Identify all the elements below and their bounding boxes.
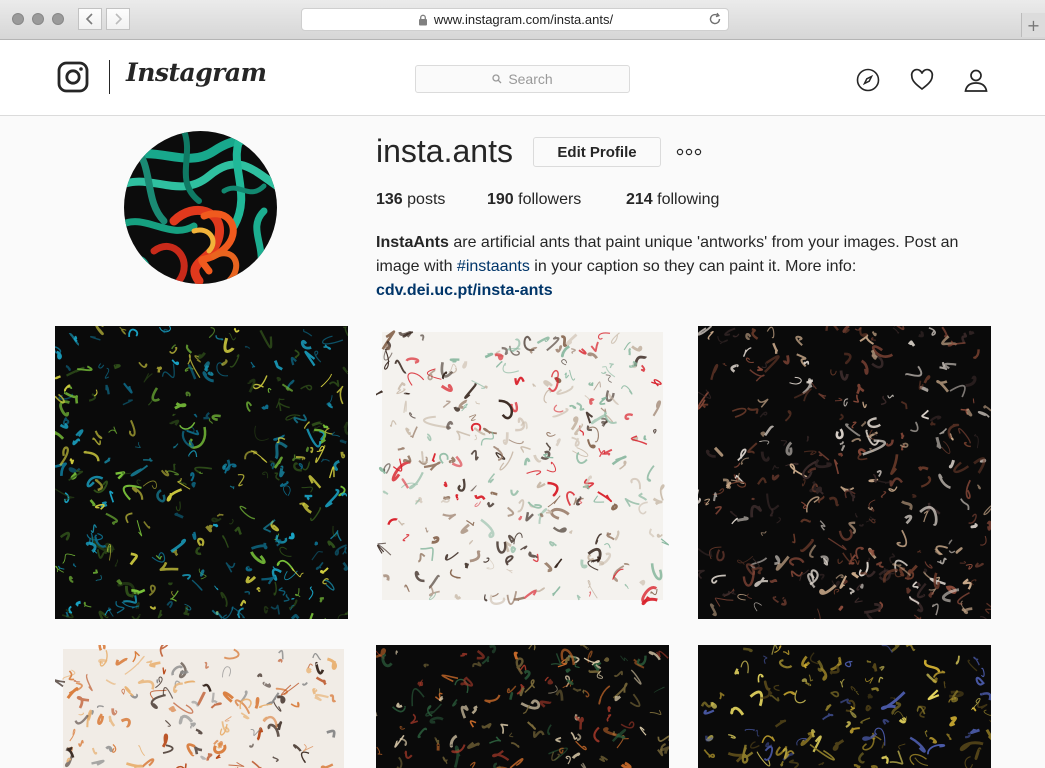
profile-avatar[interactable] bbox=[124, 131, 277, 284]
logo-divider bbox=[109, 60, 110, 94]
following-count: 214 bbox=[626, 191, 653, 208]
reload-icon[interactable] bbox=[708, 12, 722, 26]
followers-count: 190 bbox=[487, 191, 514, 208]
bio-name: InstaAnts bbox=[376, 234, 449, 251]
chevron-left-icon bbox=[85, 13, 93, 25]
post-thumbnail[interactable] bbox=[698, 326, 991, 619]
post-thumbnail[interactable] bbox=[55, 326, 348, 619]
avatar-artwork bbox=[124, 131, 277, 284]
bio-website-link[interactable]: cdv.dei.uc.pt/insta-ants bbox=[376, 282, 553, 299]
post-6-artwork bbox=[698, 645, 991, 768]
browser-window: www.instagram.com/insta.ants/ + Instagra… bbox=[0, 0, 1045, 768]
following-label: following bbox=[657, 191, 720, 208]
post-5-artwork bbox=[376, 645, 669, 768]
posts-count: 136 bbox=[376, 191, 403, 208]
forward-button[interactable] bbox=[106, 8, 130, 30]
profile-icon[interactable] bbox=[964, 68, 988, 92]
post-3-artwork bbox=[698, 326, 991, 619]
explore-icon[interactable] bbox=[856, 68, 880, 92]
post-thumbnail[interactable] bbox=[698, 645, 991, 768]
new-tab-button[interactable]: + bbox=[1021, 13, 1045, 37]
profile-bio: InstaAnts are artificial ants that paint… bbox=[376, 231, 991, 303]
chevron-right-icon bbox=[115, 13, 123, 25]
search-input[interactable]: Search bbox=[415, 65, 630, 93]
url-text: www.instagram.com/insta.ants/ bbox=[433, 12, 614, 27]
more-options-icon[interactable] bbox=[676, 147, 702, 157]
back-button[interactable] bbox=[78, 8, 102, 30]
followers-stat[interactable]: 190 followers bbox=[487, 191, 581, 209]
bio-hashtag-link[interactable]: #instaants bbox=[457, 258, 530, 275]
posts-stat: 136 posts bbox=[376, 191, 445, 209]
instagram-header: Instagram Search bbox=[0, 40, 1045, 116]
post-2-artwork bbox=[376, 330, 669, 606]
posts-label: posts bbox=[407, 191, 446, 208]
post-4-artwork bbox=[55, 645, 344, 768]
instagram-logo-icon[interactable] bbox=[57, 61, 89, 93]
search-icon bbox=[492, 74, 502, 84]
post-thumbnail[interactable] bbox=[376, 645, 669, 768]
search-placeholder: Search bbox=[508, 71, 553, 87]
bio-text-2: in your caption so they can paint it. Mo… bbox=[529, 258, 857, 275]
post-thumbnail[interactable] bbox=[55, 645, 348, 768]
instagram-wordmark[interactable]: Instagram bbox=[126, 58, 267, 87]
following-stat[interactable]: 214 following bbox=[626, 191, 719, 209]
followers-label: followers bbox=[518, 191, 582, 208]
post-1-artwork bbox=[55, 326, 348, 619]
activity-heart-icon[interactable] bbox=[910, 68, 934, 92]
browser-toolbar: www.instagram.com/insta.ants/ + bbox=[0, 0, 1045, 40]
edit-profile-button[interactable]: Edit Profile bbox=[533, 137, 661, 167]
profile-username: insta.ants bbox=[376, 133, 513, 169]
post-thumbnail[interactable] bbox=[376, 326, 669, 619]
close-window-icon[interactable] bbox=[12, 13, 24, 25]
minimize-window-icon[interactable] bbox=[32, 13, 44, 25]
address-bar[interactable]: www.instagram.com/insta.ants/ bbox=[301, 8, 729, 31]
zoom-window-icon[interactable] bbox=[52, 13, 64, 25]
lock-icon bbox=[418, 14, 427, 25]
